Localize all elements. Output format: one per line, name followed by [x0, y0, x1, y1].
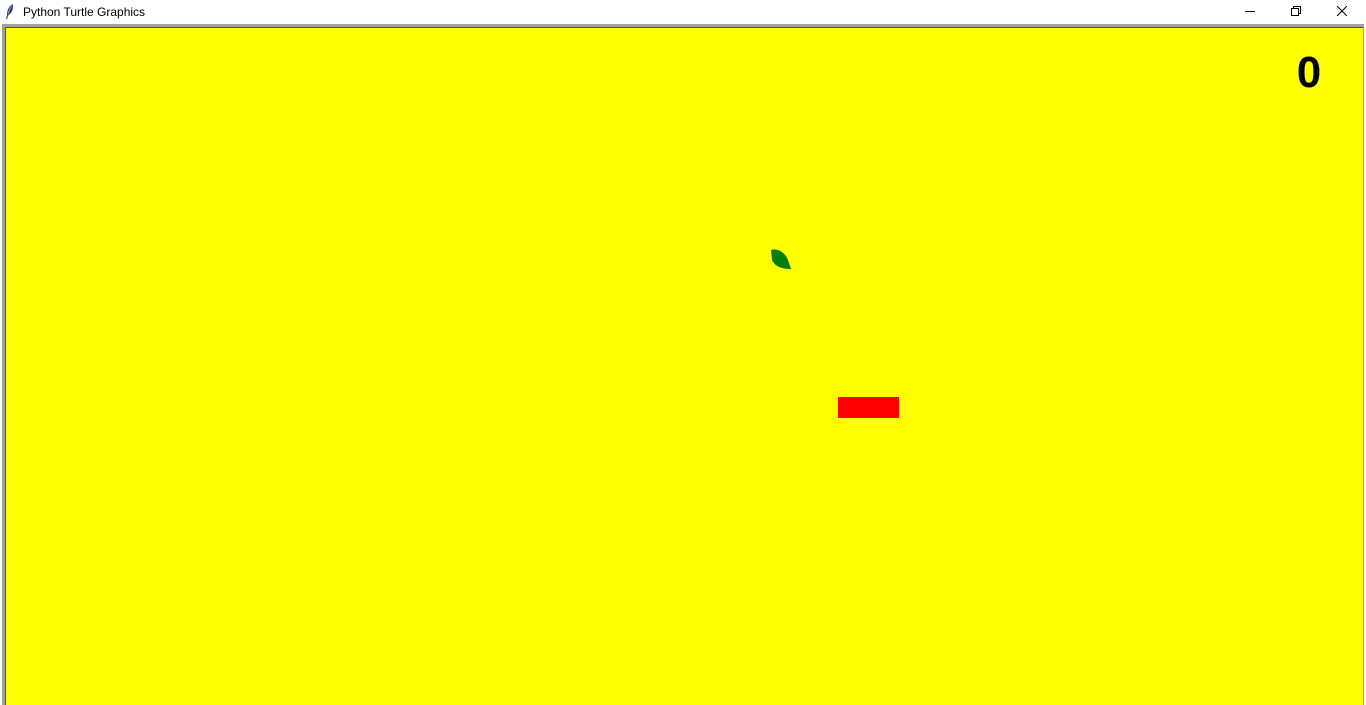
game-canvas[interactable]: 0	[5, 27, 1363, 705]
close-button[interactable]	[1319, 0, 1365, 23]
minimize-button[interactable]	[1227, 0, 1273, 23]
food-item	[768, 247, 792, 271]
restore-button[interactable]	[1273, 0, 1319, 23]
snake-head	[838, 397, 899, 418]
close-icon	[1336, 3, 1348, 21]
score-display: 0	[1296, 48, 1322, 97]
window-title: Python Turtle Graphics	[23, 5, 146, 19]
minimize-icon	[1245, 3, 1255, 21]
turtle-window: Python Turtle Graphics 0	[0, 0, 1366, 705]
restore-icon	[1291, 3, 1301, 21]
title-bar[interactable]: Python Turtle Graphics	[0, 0, 1366, 23]
feather-icon	[4, 3, 16, 20]
